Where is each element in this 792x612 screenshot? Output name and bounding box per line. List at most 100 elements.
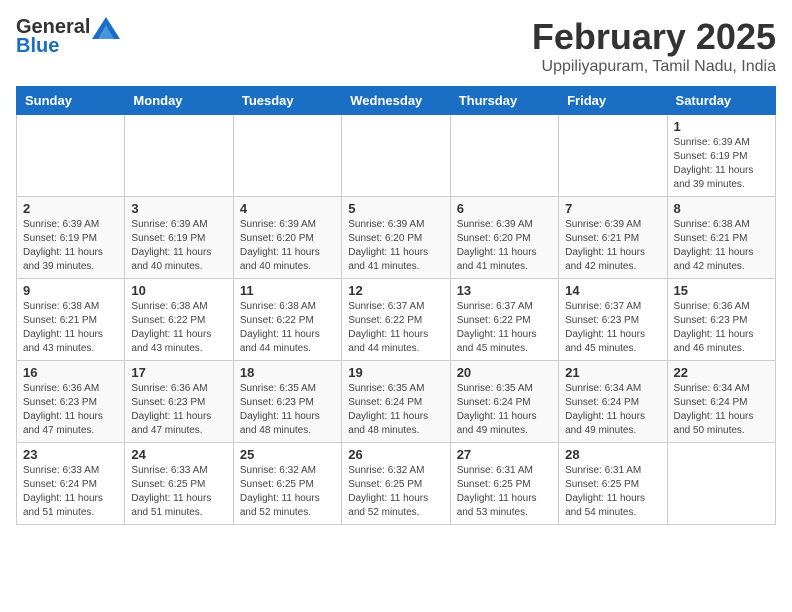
day-info-text: Sunrise: 6:39 AM Sunset: 6:20 PM Dayligh… bbox=[240, 218, 335, 274]
page-header: General Blue February 2025 Uppiliyapuram… bbox=[16, 16, 776, 76]
day-number: 10 bbox=[131, 283, 226, 298]
calendar-cell: 20 Sunrise: 6:35 AM Sunset: 6:24 PM Dayli… bbox=[450, 361, 558, 443]
day-number: 13 bbox=[457, 283, 552, 298]
day-number: 3 bbox=[131, 201, 226, 216]
day-number: 28 bbox=[565, 447, 660, 462]
calendar-cell: 28Sunrise: 6:31 AM Sunset: 6:25 PM Dayli… bbox=[559, 443, 667, 525]
day-info-text: Sunrise: 6:38 AM Sunset: 6:22 PM Dayligh… bbox=[131, 300, 226, 356]
calendar-cell: 9Sunrise: 6:38 AM Sunset: 6:21 PM Daylig… bbox=[17, 279, 125, 361]
day-info-text: Sunrise: 6:34 AM Sunset: 6:24 PM Dayligh… bbox=[674, 382, 769, 438]
calendar-table: SundayMondayTuesdayWednesdayThursdayFrid… bbox=[16, 86, 776, 525]
calendar-cell: 21 Sunrise: 6:34 AM Sunset: 6:24 PM Dayli… bbox=[559, 361, 667, 443]
day-number: 27 bbox=[457, 447, 552, 462]
day-info-text: Sunrise: 6:38 AM Sunset: 6:21 PM Dayligh… bbox=[23, 300, 118, 356]
day-info-text: Sunrise: 6:35 AM Sunset: 6:24 PM Dayligh… bbox=[348, 382, 443, 438]
week-row-3: 9Sunrise: 6:38 AM Sunset: 6:21 PM Daylig… bbox=[17, 279, 776, 361]
week-row-4: 16 Sunrise: 6:36 AM Sunset: 6:23 PM Dayli… bbox=[17, 361, 776, 443]
calendar-cell: 5 Sunrise: 6:39 AM Sunset: 6:20 PM Daylig… bbox=[342, 197, 450, 279]
day-number: 14 bbox=[565, 283, 660, 298]
day-number: 16 bbox=[23, 365, 118, 380]
day-number: 12 bbox=[348, 283, 443, 298]
calendar-cell: 26 Sunrise: 6:32 AM Sunset: 6:25 PM Dayli… bbox=[342, 443, 450, 525]
day-info-text: Sunrise: 6:38 AM Sunset: 6:22 PM Dayligh… bbox=[240, 300, 335, 356]
calendar-cell: 7 Sunrise: 6:39 AM Sunset: 6:21 PM Daylig… bbox=[559, 197, 667, 279]
weekday-header-monday: Monday bbox=[125, 87, 233, 115]
day-info-text: Sunrise: 6:36 AM Sunset: 6:23 PM Dayligh… bbox=[131, 382, 226, 438]
day-number: 24 bbox=[131, 447, 226, 462]
day-number: 25 bbox=[240, 447, 335, 462]
day-info-text: Sunrise: 6:33 AM Sunset: 6:24 PM Dayligh… bbox=[23, 464, 118, 520]
day-info-text: Sunrise: 6:37 AM Sunset: 6:22 PM Dayligh… bbox=[457, 300, 552, 356]
weekday-header-wednesday: Wednesday bbox=[342, 87, 450, 115]
day-number: 23 bbox=[23, 447, 118, 462]
calendar-cell: 19 Sunrise: 6:35 AM Sunset: 6:24 PM Dayli… bbox=[342, 361, 450, 443]
calendar-cell: 18 Sunrise: 6:35 AM Sunset: 6:23 PM Dayli… bbox=[233, 361, 341, 443]
location-subtitle: Uppiliyapuram, Tamil Nadu, India bbox=[532, 58, 776, 76]
week-row-1: 1 Sunrise: 6:39 AM Sunset: 6:19 PM Daylig… bbox=[17, 115, 776, 197]
logo: General Blue bbox=[16, 16, 120, 58]
day-info-text: Sunrise: 6:33 AM Sunset: 6:25 PM Dayligh… bbox=[131, 464, 226, 520]
calendar-cell: 4 Sunrise: 6:39 AM Sunset: 6:20 PM Daylig… bbox=[233, 197, 341, 279]
calendar-cell: 10 Sunrise: 6:38 AM Sunset: 6:22 PM Dayli… bbox=[125, 279, 233, 361]
day-number: 15 bbox=[674, 283, 769, 298]
calendar-cell: 11 Sunrise: 6:38 AM Sunset: 6:22 PM Dayli… bbox=[233, 279, 341, 361]
calendar-cell: 2Sunrise: 6:39 AM Sunset: 6:19 PM Daylig… bbox=[17, 197, 125, 279]
weekday-header-thursday: Thursday bbox=[450, 87, 558, 115]
day-number: 7 bbox=[565, 201, 660, 216]
week-row-2: 2 Sunrise: 6:39 AM Sunset: 6:19 PM Daylig… bbox=[17, 197, 776, 279]
calendar-cell bbox=[559, 115, 667, 197]
logo-icon bbox=[92, 17, 120, 39]
day-info-text: Sunrise: 6:32 AM Sunset: 6:25 PM Dayligh… bbox=[348, 464, 443, 520]
day-number: 17 bbox=[131, 365, 226, 380]
calendar-cell: 12Sunrise: 6:37 AM Sunset: 6:22 PM Dayli… bbox=[342, 279, 450, 361]
day-number: 5 bbox=[348, 201, 443, 216]
calendar-cell: 22 Sunrise: 6:34 AM Sunset: 6:24 PM Dayli… bbox=[667, 361, 775, 443]
day-info-text: Sunrise: 6:34 AM Sunset: 6:24 PM Dayligh… bbox=[565, 382, 660, 438]
day-info-text: Sunrise: 6:37 AM Sunset: 6:23 PM Dayligh… bbox=[565, 300, 660, 356]
day-info-text: Sunrise: 6:39 AM Sunset: 6:19 PM Dayligh… bbox=[674, 136, 769, 192]
logo-blue-text: Blue bbox=[16, 35, 59, 58]
calendar-cell: 6Sunrise: 6:39 AM Sunset: 6:20 PM Daylig… bbox=[450, 197, 558, 279]
calendar-cell bbox=[450, 115, 558, 197]
day-info-text: Sunrise: 6:36 AM Sunset: 6:23 PM Dayligh… bbox=[23, 382, 118, 438]
day-info-text: Sunrise: 6:31 AM Sunset: 6:25 PM Dayligh… bbox=[457, 464, 552, 520]
day-info-text: Sunrise: 6:38 AM Sunset: 6:21 PM Dayligh… bbox=[674, 218, 769, 274]
title-block: February 2025 Uppiliyapuram, Tamil Nadu,… bbox=[532, 16, 776, 76]
calendar-cell bbox=[342, 115, 450, 197]
day-number: 2 bbox=[23, 201, 118, 216]
day-number: 1 bbox=[674, 119, 769, 134]
calendar-cell: 8 Sunrise: 6:38 AM Sunset: 6:21 PM Daylig… bbox=[667, 197, 775, 279]
weekday-header-saturday: Saturday bbox=[667, 87, 775, 115]
calendar-cell bbox=[233, 115, 341, 197]
calendar-cell bbox=[17, 115, 125, 197]
calendar-cell: 13 Sunrise: 6:37 AM Sunset: 6:22 PM Dayli… bbox=[450, 279, 558, 361]
day-info-text: Sunrise: 6:39 AM Sunset: 6:21 PM Dayligh… bbox=[565, 218, 660, 274]
calendar-cell: 23 Sunrise: 6:33 AM Sunset: 6:24 PM Dayli… bbox=[17, 443, 125, 525]
weekday-header-tuesday: Tuesday bbox=[233, 87, 341, 115]
day-number: 26 bbox=[348, 447, 443, 462]
day-number: 20 bbox=[457, 365, 552, 380]
weekday-header-friday: Friday bbox=[559, 87, 667, 115]
day-info-text: Sunrise: 6:36 AM Sunset: 6:23 PM Dayligh… bbox=[674, 300, 769, 356]
calendar-cell: 16 Sunrise: 6:36 AM Sunset: 6:23 PM Dayli… bbox=[17, 361, 125, 443]
day-number: 11 bbox=[240, 283, 335, 298]
day-info-text: Sunrise: 6:39 AM Sunset: 6:20 PM Dayligh… bbox=[348, 218, 443, 274]
weekday-header-row: SundayMondayTuesdayWednesdayThursdayFrid… bbox=[17, 87, 776, 115]
week-row-5: 23 Sunrise: 6:33 AM Sunset: 6:24 PM Dayli… bbox=[17, 443, 776, 525]
day-number: 19 bbox=[348, 365, 443, 380]
calendar-cell: 27 Sunrise: 6:31 AM Sunset: 6:25 PM Dayli… bbox=[450, 443, 558, 525]
day-info-text: Sunrise: 6:32 AM Sunset: 6:25 PM Dayligh… bbox=[240, 464, 335, 520]
day-number: 8 bbox=[674, 201, 769, 216]
day-info-text: Sunrise: 6:39 AM Sunset: 6:19 PM Dayligh… bbox=[131, 218, 226, 274]
calendar-cell bbox=[125, 115, 233, 197]
day-number: 18 bbox=[240, 365, 335, 380]
calendar-cell: 25 Sunrise: 6:32 AM Sunset: 6:25 PM Dayli… bbox=[233, 443, 341, 525]
calendar-cell bbox=[667, 443, 775, 525]
day-number: 4 bbox=[240, 201, 335, 216]
calendar-cell: 3 Sunrise: 6:39 AM Sunset: 6:19 PM Daylig… bbox=[125, 197, 233, 279]
day-number: 21 bbox=[565, 365, 660, 380]
day-info-text: Sunrise: 6:35 AM Sunset: 6:23 PM Dayligh… bbox=[240, 382, 335, 438]
day-info-text: Sunrise: 6:35 AM Sunset: 6:24 PM Dayligh… bbox=[457, 382, 552, 438]
calendar-cell: 1 Sunrise: 6:39 AM Sunset: 6:19 PM Daylig… bbox=[667, 115, 775, 197]
day-number: 22 bbox=[674, 365, 769, 380]
